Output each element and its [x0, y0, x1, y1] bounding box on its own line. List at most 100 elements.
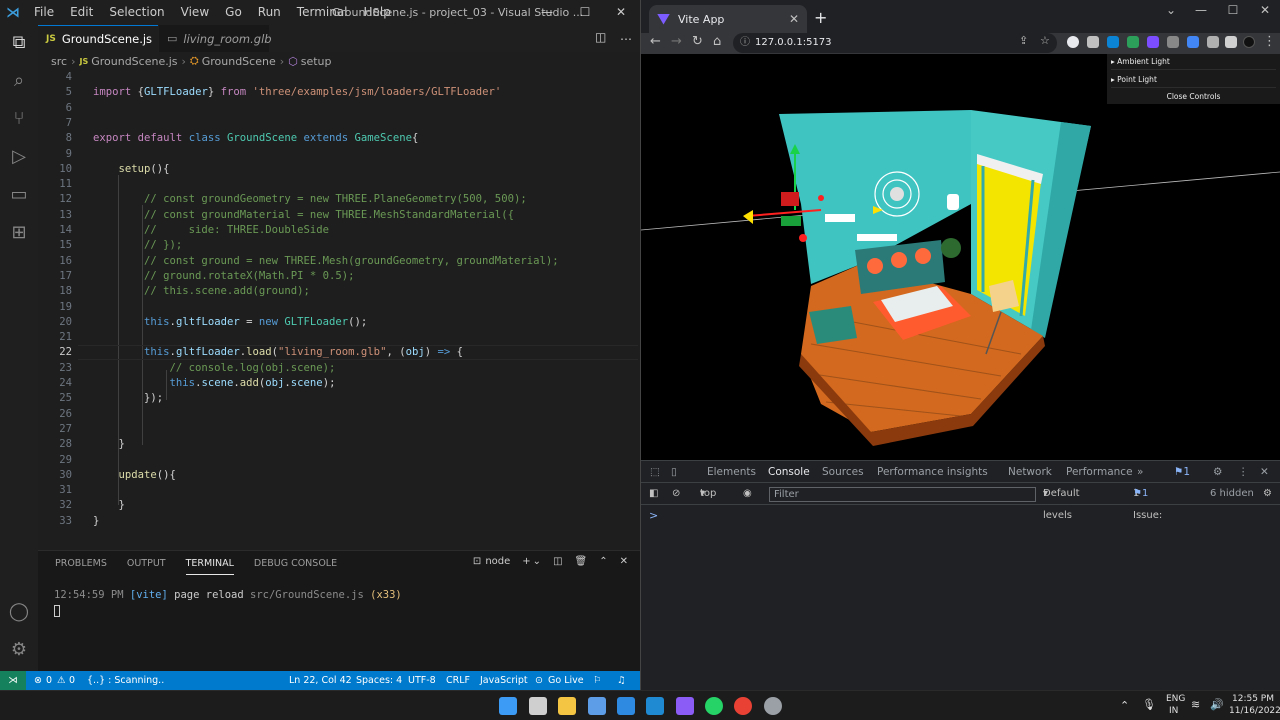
clear-console-icon[interactable]: ⊘ — [672, 483, 680, 505]
gui-folder-ambient-light[interactable]: ▸ Ambient Light — [1111, 54, 1276, 70]
split-editor-icon[interactable]: ◫ — [595, 30, 606, 44]
code-line[interactable]: 29 — [38, 453, 638, 468]
code-line[interactable]: 15 // }); — [38, 238, 638, 253]
code-line[interactable]: 20 this.gltfLoader = new GLTFLoader(); — [38, 315, 638, 330]
filter-input[interactable]: Filter — [769, 487, 1036, 502]
code-line[interactable]: 22 this.gltfLoader.load("living_room.glb… — [38, 345, 638, 360]
code-editor[interactable]: 4 5 import {GLTFLoader} from 'three/exampl… — [38, 70, 640, 548]
tab-groundscene-js[interactable]: JS GroundScene.js ✕ — [38, 25, 172, 52]
code-line[interactable]: 17 // ground.rotateX(Math.PI * 0.5); — [38, 269, 638, 284]
menu-selection[interactable]: Selection — [101, 0, 172, 25]
code-line[interactable]: 7 — [38, 116, 638, 131]
indentation[interactable]: Spaces: 4 — [356, 671, 402, 690]
more-tabs-icon[interactable]: » — [1137, 461, 1143, 483]
visual-studio-icon[interactable] — [676, 697, 694, 715]
bookmark-star-icon[interactable]: ☆ — [1040, 34, 1050, 47]
chevron-up-icon[interactable]: ⌃ — [1120, 699, 1129, 712]
tab-performance[interactable]: Performance — [1066, 461, 1133, 483]
close-panel-icon[interactable]: ✕ — [620, 556, 628, 567]
settings-gear-icon[interactable]: ⚙ — [7, 638, 31, 662]
code-line[interactable]: 26 — [38, 407, 638, 422]
panel-tab-terminal[interactable]: TERMINAL — [185, 558, 234, 575]
extension-icon[interactable] — [1187, 36, 1199, 48]
tab-elements[interactable]: Elements — [707, 461, 756, 483]
run-debug-icon[interactable]: ▷ — [7, 145, 31, 169]
breadcrumb-item[interactable]: GroundScene — [202, 55, 276, 68]
context-selector[interactable]: top ▾ — [700, 483, 716, 505]
log-levels-dropdown[interactable]: Default levels ▾ — [1043, 483, 1080, 521]
code-line[interactable]: 27 — [38, 422, 638, 437]
panel-tab-output[interactable]: OUTPUT — [127, 558, 166, 575]
code-line[interactable]: 30 update(){ — [38, 468, 638, 483]
code-line[interactable]: 6 — [38, 101, 638, 116]
code-line[interactable]: 18 // this.scene.add(ground); — [38, 284, 638, 299]
close-devtools-icon[interactable]: ✕ — [1260, 461, 1269, 483]
menu-run[interactable]: Run — [250, 0, 289, 25]
new-terminal-icon[interactable]: + — [522, 556, 530, 567]
code-line[interactable]: 25 }); — [38, 391, 638, 406]
more-menu-icon[interactable]: ⋮ — [1238, 461, 1249, 483]
close-window-button[interactable]: ✕ — [602, 0, 640, 25]
more-actions-icon[interactable]: … — [620, 29, 632, 43]
code-line[interactable]: 33} — [38, 514, 638, 529]
inspect-element-icon[interactable]: ⬚ — [650, 461, 660, 483]
issues-badge[interactable]: ⚑ 1 — [1174, 461, 1190, 483]
code-line[interactable]: 32 } — [38, 498, 638, 513]
address-bar[interactable]: ⓘ 127.0.0.1:5173 — [733, 33, 1057, 53]
extension-icon[interactable] — [1067, 36, 1079, 48]
panel-tab-debug-console[interactable]: DEBUG CONSOLE — [254, 558, 337, 575]
back-icon[interactable]: ← — [650, 34, 661, 49]
terminal-output[interactable]: 12:54:59 PM [vite] page reload src/Groun… — [54, 589, 402, 601]
code-line[interactable]: 10 setup(){ — [38, 162, 638, 177]
device-toolbar-icon[interactable]: ▯ — [671, 461, 677, 483]
split-terminal-icon[interactable]: ◫ — [553, 556, 562, 567]
breadcrumb-item[interactable]: src — [51, 55, 67, 68]
remote-explorer-icon[interactable]: ▭ — [7, 183, 31, 207]
sidebar-toggle-icon[interactable]: ◧ — [649, 483, 658, 505]
close-window-button[interactable]: ✕ — [1250, 3, 1280, 17]
trash-icon[interactable]: 🗑 — [575, 556, 588, 567]
code-line[interactable]: 8 export default class GroundScene extend… — [38, 131, 638, 146]
live-expression-eye-icon[interactable]: ◉ — [743, 483, 752, 505]
maximize-button[interactable]: ☐ — [566, 0, 604, 25]
wifi-icon[interactable]: ≋ — [1191, 698, 1200, 711]
tab-performance-insights[interactable]: Performance insights — [877, 461, 988, 483]
code-line[interactable]: 16 // const ground = new THREE.Mesh(grou… — [38, 254, 638, 269]
chrome-icon[interactable] — [734, 697, 752, 715]
chrome-canary-icon[interactable] — [764, 697, 782, 715]
clock-time[interactable]: 12:55 PM — [1232, 694, 1274, 704]
go-live-button[interactable]: Go Live — [548, 671, 584, 690]
maximize-button[interactable]: ☐ — [1218, 3, 1248, 17]
extension-icon[interactable] — [1147, 36, 1159, 48]
more-menu-icon[interactable]: ⋮ — [1263, 34, 1276, 49]
source-control-icon[interactable]: ⑂ — [7, 107, 31, 131]
line-ending[interactable]: CRLF — [446, 671, 470, 690]
shell-label[interactable]: node — [485, 556, 510, 567]
extensions-puzzle-icon[interactable] — [1207, 36, 1219, 48]
feedback-icon[interactable]: ⚐ — [593, 671, 602, 690]
settings-gear-icon[interactable]: ⚙ — [1213, 461, 1222, 483]
warning-count[interactable]: 0 — [69, 671, 75, 690]
code-line[interactable]: 11 — [38, 177, 638, 192]
tab-network[interactable]: Network — [1008, 461, 1052, 483]
task-view-icon[interactable] — [529, 697, 547, 715]
share-icon[interactable]: ⇪ — [1019, 34, 1028, 47]
whatsapp-icon[interactable] — [705, 697, 723, 715]
tab-console[interactable]: Console — [768, 461, 810, 483]
code-line[interactable]: 24 this.scene.add(obj.scene); — [38, 376, 638, 391]
language-mode[interactable]: JavaScript — [480, 671, 528, 690]
menu-file[interactable]: File — [26, 0, 62, 25]
extensions-icon[interactable]: ⊞ — [7, 221, 31, 245]
gui-folder-point-light[interactable]: ▸ Point Light — [1111, 72, 1276, 88]
error-count[interactable]: 0 — [46, 671, 52, 690]
code-line[interactable]: 19 — [38, 300, 638, 315]
menu-go[interactable]: Go — [217, 0, 250, 25]
code-line[interactable]: 31 — [38, 483, 638, 498]
breadcrumb-item[interactable]: GroundScene.js — [91, 55, 177, 68]
explorer-icon[interactable]: ⧉ — [7, 31, 31, 55]
minimize-button[interactable]: — — [528, 0, 566, 25]
code-line[interactable]: 13 // const groundMaterial = new THREE.M… — [38, 208, 638, 223]
code-line[interactable]: 5 import {GLTFLoader} from 'three/example… — [38, 85, 638, 100]
home-icon[interactable]: ⌂ — [713, 34, 721, 49]
panel-tab-problems[interactable]: PROBLEMS — [55, 558, 107, 575]
